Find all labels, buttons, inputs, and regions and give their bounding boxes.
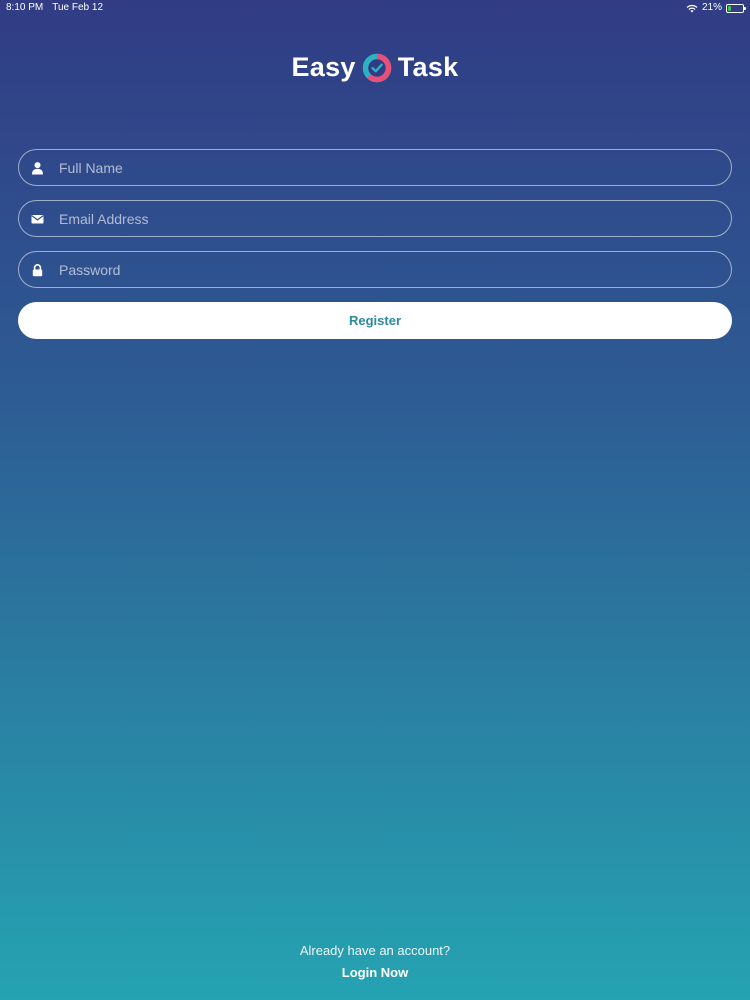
status-date: Tue Feb 12: [52, 2, 104, 13]
email-input[interactable]: [19, 201, 731, 236]
register-button[interactable]: Register: [18, 302, 732, 339]
battery-percent: 21%: [701, 2, 722, 13]
check-circle-icon: [362, 53, 392, 83]
full-name-input[interactable]: [19, 150, 731, 185]
envelope-icon: [31, 212, 44, 225]
register-form: Register: [18, 149, 732, 339]
logo-word-task: Task: [397, 52, 459, 82]
email-field: [18, 200, 732, 237]
battery-fill: [728, 6, 731, 11]
status-left: 8:10 PM Tue Feb 12: [6, 0, 103, 16]
user-icon: [31, 161, 44, 174]
app-logo: Easy Task: [0, 52, 750, 83]
password-field: [18, 251, 732, 288]
wifi-icon: [686, 4, 698, 13]
status-time: 8:10 PM: [6, 2, 44, 13]
password-input[interactable]: [19, 252, 731, 287]
battery-charging-icon: [726, 4, 746, 13]
lock-icon: [31, 263, 44, 276]
login-prompt: Already have an account? Login Now: [0, 942, 750, 982]
full-name-field: [18, 149, 732, 186]
logo-word-easy: Easy: [291, 52, 356, 82]
already-have-account-text: Already have an account?: [299, 943, 451, 958]
status-right: 21%: [686, 0, 746, 16]
login-now-link[interactable]: Login Now: [342, 964, 408, 982]
status-bar: 8:10 PM Tue Feb 12 21%: [0, 0, 750, 16]
